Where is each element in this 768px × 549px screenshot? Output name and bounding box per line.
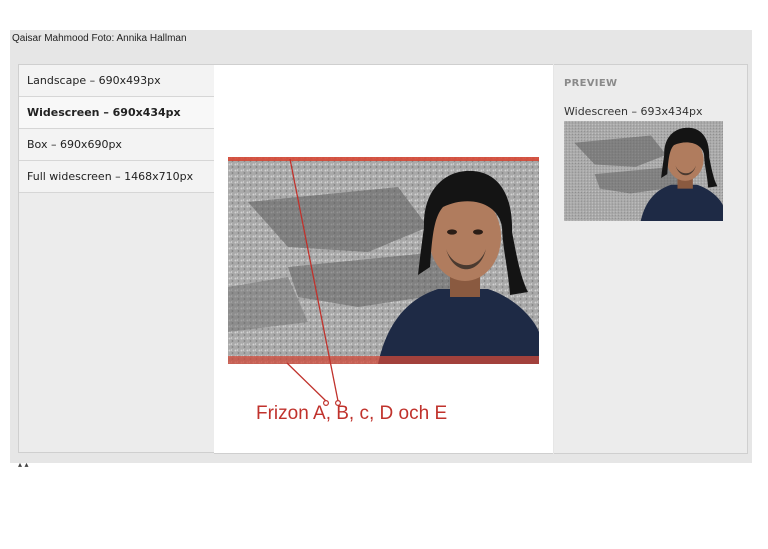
- footer-marker: ▴ ▴: [18, 460, 29, 469]
- size-item-widescreen[interactable]: Widescreen – 690x434px: [19, 97, 214, 129]
- annotation-label: Frizon A, B, c, D och E: [256, 403, 448, 424]
- photo-caption: Qaisar Mahmood Foto: Annika Hallman: [12, 33, 187, 44]
- preview-size-label: Widescreen – 693x434px: [564, 105, 703, 118]
- annotation-pointer-lines: [286, 158, 341, 407]
- size-item-landscape[interactable]: Landscape – 690x493px: [19, 65, 214, 97]
- preview-panel: PREVIEW Widescreen – 693x434px: [554, 64, 748, 454]
- size-item-box[interactable]: Box – 690x690px: [19, 129, 214, 161]
- crop-size-list: Landscape – 690x493px Widescreen – 690x4…: [18, 64, 215, 453]
- size-item-full-widescreen[interactable]: Full widescreen – 1468x710px: [19, 161, 214, 193]
- preview-thumbnail: [564, 121, 723, 221]
- app-window: Qaisar Mahmood Foto: Annika Hallman Land…: [10, 30, 752, 463]
- crop-stage: Frizon A, B, c, D och E: [214, 64, 553, 454]
- preview-heading: PREVIEW: [564, 78, 618, 89]
